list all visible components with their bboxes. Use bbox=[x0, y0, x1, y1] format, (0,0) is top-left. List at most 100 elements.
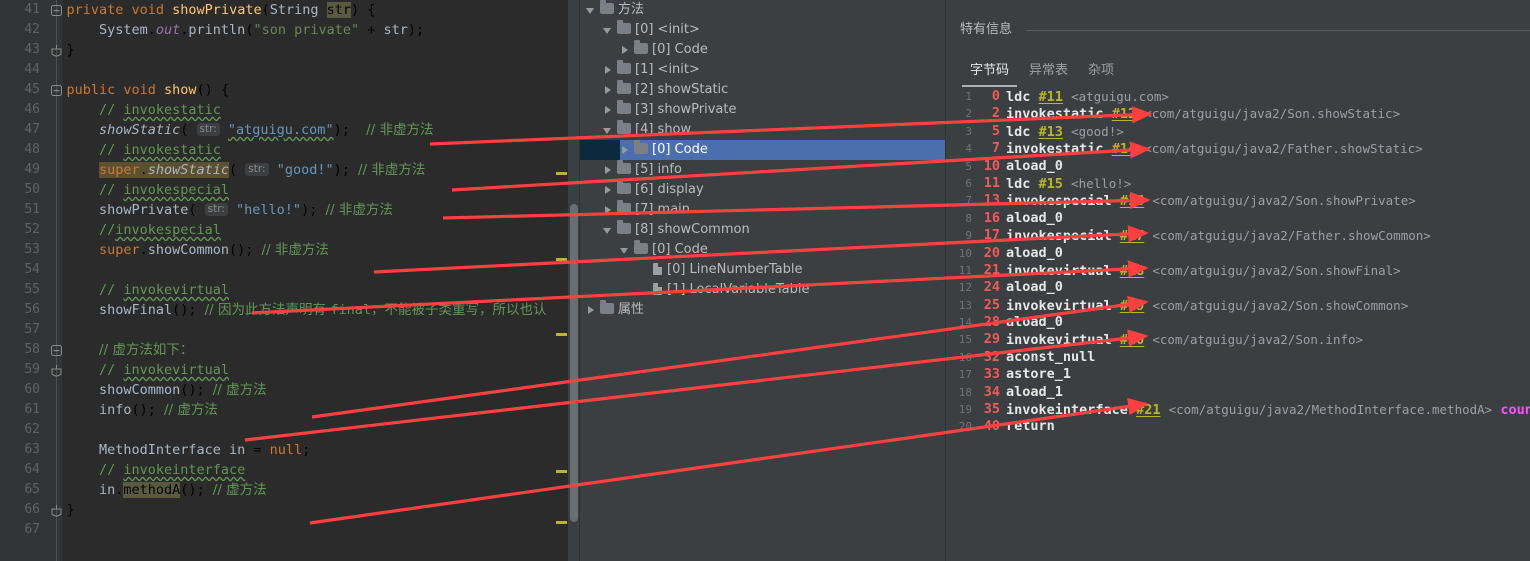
fold-end-icon[interactable] bbox=[51, 505, 62, 517]
code-line[interactable]: 46 // invokestatic bbox=[0, 100, 580, 120]
code-lines[interactable]: 41 private void showPrivate(String str) {… bbox=[0, 0, 580, 561]
tree-item[interactable]: [2] showStatic bbox=[580, 80, 946, 100]
code-line[interactable]: 55 // invokevirtual bbox=[0, 280, 580, 300]
chevron-down-icon[interactable] bbox=[620, 240, 632, 260]
scrollbar-thumb[interactable] bbox=[570, 204, 578, 522]
bytecode-row[interactable]: 12 24 aload_0 bbox=[946, 279, 1530, 296]
chevron-right-icon[interactable] bbox=[603, 200, 615, 220]
code-line[interactable]: 42 System.out.println("son private" + str… bbox=[0, 20, 580, 40]
chevron-right-icon[interactable] bbox=[620, 140, 632, 160]
bytecode-row[interactable]: 8 16 aload_0 bbox=[946, 210, 1530, 227]
tree-item[interactable]: 属性 bbox=[580, 300, 946, 320]
bytecode-row[interactable]: 3 5 ldc #13 <good!> bbox=[946, 123, 1530, 140]
code-line[interactable]: 65 in.methodA(); // 虚方法 bbox=[0, 480, 580, 500]
chevron-down-icon[interactable] bbox=[603, 20, 615, 40]
bytecode-row[interactable]: 6 11 ldc #15 <hello!> bbox=[946, 175, 1530, 192]
warning-marker[interactable] bbox=[556, 470, 567, 473]
code-line[interactable]: 43} bbox=[0, 40, 580, 60]
code-line[interactable]: 58 // 虚方法如下： bbox=[0, 340, 580, 360]
chevron-right-icon[interactable] bbox=[586, 300, 598, 320]
bytecode-row[interactable]: 15 29 invokevirtual #20 <com/atguigu/java2… bbox=[946, 331, 1530, 348]
code-line[interactable]: 51 showPrivate( str: "hello!"); // 非虚方法 bbox=[0, 200, 580, 220]
code-line[interactable]: 54 bbox=[0, 260, 580, 280]
tree-item[interactable]: [3] showPrivate bbox=[580, 100, 946, 120]
constant-pool-ref[interactable]: #19 bbox=[1120, 298, 1144, 314]
code-line[interactable]: 53 super.showCommon(); // 非虚方法 bbox=[0, 240, 580, 260]
tree-item[interactable]: [0] LineNumberTable bbox=[580, 260, 946, 280]
constant-pool-ref[interactable]: #11 bbox=[1039, 89, 1063, 105]
tree-item[interactable]: [7] main bbox=[580, 200, 946, 220]
fold-end-icon[interactable] bbox=[51, 45, 62, 57]
bytecode-row[interactable]: 14 28 aload_0 bbox=[946, 314, 1530, 331]
code-line[interactable]: 45 public void show() { bbox=[0, 80, 580, 100]
bytecode-row[interactable]: 9 17 invokespecial #17 <com/atguigu/java2/… bbox=[946, 227, 1530, 244]
fold-minus-icon[interactable] bbox=[51, 5, 62, 16]
code-line[interactable]: 57 bbox=[0, 320, 580, 340]
tab-2[interactable]: 杂项 bbox=[1078, 59, 1124, 85]
constant-pool-ref[interactable]: #21 bbox=[1136, 402, 1160, 418]
tree-item[interactable]: 方法 bbox=[580, 0, 946, 20]
chevron-right-icon[interactable] bbox=[603, 180, 615, 200]
tree-item[interactable]: [1] <init> bbox=[580, 60, 946, 80]
warning-marker[interactable] bbox=[556, 333, 567, 336]
bytecode-row[interactable]: 11 21 invokevirtual #18 <com/atguigu/java2… bbox=[946, 262, 1530, 279]
class-structure-tree[interactable]: 方法 [0] <init> [0] Code [1] <init> [2] showSt… bbox=[580, 0, 946, 561]
code-line[interactable]: 59 // invokevirtual bbox=[0, 360, 580, 380]
bytecode-row[interactable]: 19 35 invokeinterface #21 <com/atguigu/jav… bbox=[946, 401, 1530, 418]
tree-item[interactable]: [0] Code bbox=[580, 140, 946, 160]
bytecode-row[interactable]: 16 32 aconst_null bbox=[946, 349, 1530, 366]
bytecode-listing[interactable]: 1 0 ldc #11 <atguigu.com> 2 2 invokestatic #1… bbox=[946, 88, 1530, 561]
tree-item[interactable]: [5] info bbox=[580, 160, 946, 180]
tree-item[interactable]: [4] show bbox=[580, 120, 946, 140]
code-line[interactable]: 49 super.showStatic( str: "good!"); // 非虚… bbox=[0, 160, 580, 180]
warning-marker[interactable] bbox=[556, 521, 567, 524]
warning-marker[interactable] bbox=[556, 172, 567, 175]
code-line[interactable]: 64 // invokeinterface bbox=[0, 460, 580, 480]
code-line[interactable]: 62 bbox=[0, 420, 580, 440]
tree-item[interactable]: [0] Code bbox=[580, 240, 946, 260]
bytecode-row[interactable]: 5 10 aload_0 bbox=[946, 158, 1530, 175]
chevron-right-icon[interactable] bbox=[603, 80, 615, 100]
code-line[interactable]: 52 //invokespecial bbox=[0, 220, 580, 240]
constant-pool-ref[interactable]: #12 bbox=[1112, 106, 1136, 122]
code-line[interactable]: 63 MethodInterface in = null; bbox=[0, 440, 580, 460]
chevron-right-icon[interactable] bbox=[603, 60, 615, 80]
code-editor-pane[interactable]: 41 private void showPrivate(String str) {… bbox=[0, 0, 580, 561]
bytecode-row[interactable]: 4 7 invokestatic #14 <com/atguigu/java2/Fa… bbox=[946, 140, 1530, 157]
constant-pool-ref[interactable]: #13 bbox=[1039, 124, 1063, 140]
bytecode-row[interactable]: 1 0 ldc #11 <atguigu.com> bbox=[946, 88, 1530, 105]
chevron-right-icon[interactable] bbox=[603, 100, 615, 120]
code-line[interactable]: 44 bbox=[0, 60, 580, 80]
tree-item[interactable]: [6] display bbox=[580, 180, 946, 200]
bytecode-tabs[interactable]: 字节码 异常表 杂项 bbox=[960, 59, 1124, 87]
code-line[interactable]: 67 bbox=[0, 520, 580, 540]
code-line[interactable]: 56 showFinal(); // 因为此方法声明有 final，不能被子类重写… bbox=[0, 300, 580, 320]
code-line[interactable]: 41 private void showPrivate(String str) { bbox=[0, 0, 580, 20]
fold-minus-icon[interactable] bbox=[51, 345, 62, 356]
chevron-right-icon[interactable] bbox=[620, 40, 632, 60]
constant-pool-ref[interactable]: #20 bbox=[1120, 332, 1144, 348]
constant-pool-ref[interactable]: #16 bbox=[1120, 193, 1144, 209]
chevron-down-icon[interactable] bbox=[603, 220, 615, 240]
bytecode-row[interactable]: 10 20 aload_0 bbox=[946, 245, 1530, 262]
code-line[interactable]: 60 showCommon(); // 虚方法 bbox=[0, 380, 580, 400]
code-line[interactable]: 66} bbox=[0, 500, 580, 520]
code-line[interactable]: 47 showStatic( str: "atguigu.com"); // 非虚… bbox=[0, 120, 580, 140]
chevron-down-icon[interactable] bbox=[586, 0, 598, 20]
bytecode-row[interactable]: 18 34 aload_1 bbox=[946, 384, 1530, 401]
constant-pool-ref[interactable]: #14 bbox=[1112, 141, 1136, 157]
code-line[interactable]: 48 // invokestatic bbox=[0, 140, 580, 160]
bytecode-row[interactable]: 2 2 invokestatic #12 <com/atguigu/java2/So… bbox=[946, 105, 1530, 122]
bytecode-row[interactable]: 17 33 astore_1 bbox=[946, 366, 1530, 383]
tree-item[interactable]: [0] <init> bbox=[580, 20, 946, 40]
constant-pool-ref[interactable]: #18 bbox=[1120, 263, 1144, 279]
bytecode-row[interactable]: 13 25 invokevirtual #19 <com/atguigu/java2… bbox=[946, 297, 1530, 314]
constant-pool-ref[interactable]: #17 bbox=[1120, 228, 1144, 244]
bytecode-row[interactable]: 7 13 invokespecial #16 <com/atguigu/java2/… bbox=[946, 192, 1530, 209]
tab-0[interactable]: 字节码 bbox=[960, 59, 1019, 87]
tree-item[interactable]: [1] LocalVariableTable bbox=[580, 280, 946, 300]
code-line[interactable]: 50 // invokespecial bbox=[0, 180, 580, 200]
tree-item[interactable]: [0] Code bbox=[580, 40, 946, 60]
code-line[interactable]: 61 info(); // 虚方法 bbox=[0, 400, 580, 420]
constant-pool-ref[interactable]: #15 bbox=[1039, 176, 1063, 192]
